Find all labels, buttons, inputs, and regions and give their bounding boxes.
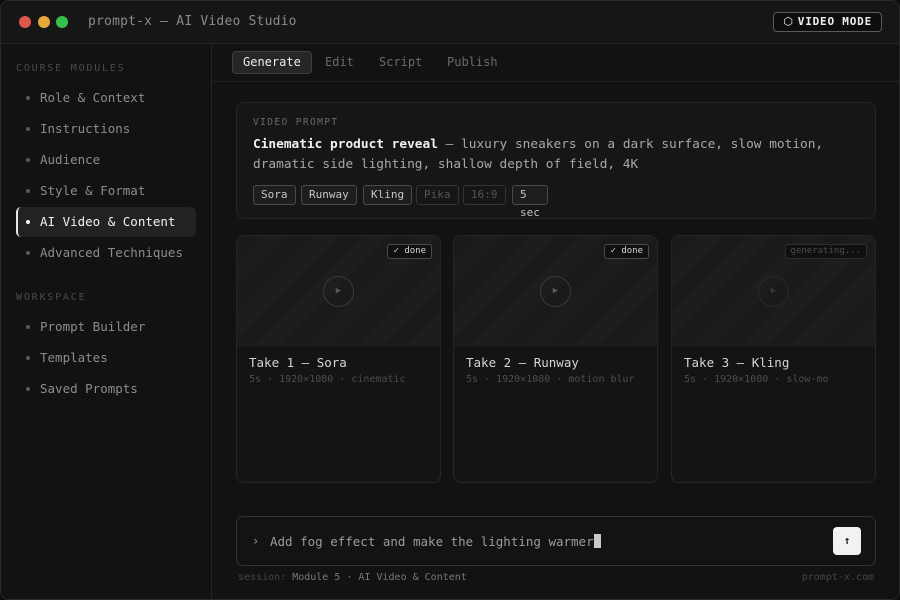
prompt-text: Cinematic product reveal — luxury sneake…: [253, 135, 853, 175]
sidebar-item-label: Advanced Techniques: [40, 245, 183, 260]
app-window: prompt-x — AI Video Studio ⬡ VIDEO MODE C…: [0, 0, 900, 600]
tab-generate[interactable]: Generate: [232, 51, 312, 74]
bullet-icon: [26, 96, 30, 100]
video-thumbnail[interactable]: ▶ ✓ done: [454, 236, 657, 346]
tab-script[interactable]: Script: [368, 51, 433, 74]
take-title: Take 3 — Kling: [684, 355, 790, 370]
mode-badge-label: VIDEO MODE: [797, 15, 872, 28]
app-title: prompt-x — AI Video Studio: [88, 14, 297, 29]
session-value: Module 5 · AI Video & Content: [292, 572, 467, 583]
bullet-icon: [26, 220, 30, 224]
session-info: session: Module 5 · AI Video & Content: [238, 572, 467, 583]
sidebar-item-label: Saved Prompts: [40, 381, 138, 396]
text-caret: [593, 534, 601, 548]
site-link[interactable]: prompt-x.com: [802, 572, 874, 583]
sidebar-section-title: COURSE MODULES: [16, 63, 126, 74]
video-prompt-card: VIDEO PROMPT Cinematic product reveal — …: [236, 102, 876, 219]
chip-kling[interactable]: Kling: [363, 185, 413, 205]
chip-runway[interactable]: Runway: [301, 185, 357, 205]
sidebar: COURSE MODULES Role & Context Instructio…: [1, 44, 212, 599]
prompt-separator: —: [437, 137, 462, 152]
take-title: Take 2 — Runway: [466, 355, 579, 370]
sidebar-section-title: WORKSPACE: [16, 292, 87, 303]
sidebar-item-label: Style & Format: [40, 183, 146, 198]
minimize-window-button[interactable]: [38, 16, 50, 28]
sidebar-item-templates[interactable]: Templates: [16, 343, 196, 373]
play-icon[interactable]: ▶: [323, 276, 354, 307]
sidebar-item-label: Instructions: [40, 121, 131, 136]
maximize-window-button[interactable]: [56, 16, 68, 28]
sidebar-item-instructions[interactable]: Instructions: [16, 114, 196, 144]
tab-edit[interactable]: Edit: [314, 51, 365, 74]
sidebar-item-style-format[interactable]: Style & Format: [16, 176, 196, 206]
tab-publish[interactable]: Publish: [436, 51, 509, 74]
status-badge: ✓ done: [604, 244, 649, 259]
send-button[interactable]: ↑: [833, 527, 861, 555]
bullet-icon: [26, 127, 30, 131]
chip-pika[interactable]: Pika: [416, 185, 459, 205]
title-bar: prompt-x — AI Video Studio ⬡ VIDEO MODE: [1, 1, 899, 44]
sidebar-item-audience[interactable]: Audience: [16, 145, 196, 175]
sidebar-item-label: Templates: [40, 350, 108, 365]
video-mode-badge[interactable]: ⬡ VIDEO MODE: [773, 12, 882, 32]
prompt-title: Cinematic product reveal: [253, 137, 438, 152]
chip-duration[interactable]: 5 sec: [512, 185, 548, 219]
bullet-icon: [26, 189, 30, 193]
bullet-icon: [26, 387, 30, 391]
prompt-input-bar[interactable]: › Add fog effect and make the lighting w…: [236, 516, 876, 566]
prompt-input-value: Add fog effect and make the lighting war…: [270, 534, 594, 549]
video-thumbnail[interactable]: ▶ generating...: [672, 236, 875, 346]
play-icon: ▶: [758, 276, 789, 307]
sidebar-item-prompt-builder[interactable]: Prompt Builder: [16, 312, 196, 342]
sidebar-item-label: Audience: [40, 152, 101, 167]
sidebar-item-label: Role & Context: [40, 90, 146, 105]
main-panel: Generate Edit Script Publish VIDEO PROMP…: [212, 44, 899, 599]
play-icon[interactable]: ▶: [540, 276, 571, 307]
bullet-icon: [26, 356, 30, 360]
sidebar-item-advanced-techniques[interactable]: Advanced Techniques: [16, 238, 196, 268]
bullet-icon: [26, 251, 30, 255]
take-meta: 5s · 1920×1080 · slow-mo: [684, 374, 829, 385]
bullet-icon: [26, 158, 30, 162]
prompt-label: VIDEO PROMPT: [253, 117, 339, 128]
take-meta: 5s · 1920×1080 · cinematic: [249, 374, 406, 385]
sidebar-item-ai-video-content[interactable]: AI Video & Content: [16, 207, 196, 237]
prompt-input[interactable]: Add fog effect and make the lighting war…: [270, 534, 601, 549]
take-card[interactable]: ▶ ✓ done Take 2 — Runway 5s · 1920×1080 …: [453, 235, 658, 483]
status-badge: generating...: [784, 244, 867, 259]
chip-sora[interactable]: Sora: [253, 185, 296, 205]
video-thumbnail[interactable]: ▶ ✓ done: [237, 236, 440, 346]
take-card[interactable]: ▶ ✓ done Take 1 — Sora 5s · 1920×1080 · …: [236, 235, 441, 483]
sidebar-item-saved-prompts[interactable]: Saved Prompts: [16, 374, 196, 404]
sidebar-item-label: AI Video & Content: [40, 214, 176, 229]
close-window-button[interactable]: [19, 16, 31, 28]
bullet-icon: [26, 325, 30, 329]
take-title: Take 1 — Sora: [249, 355, 347, 370]
sidebar-item-label: Prompt Builder: [40, 319, 146, 334]
tab-bar: Generate Edit Script Publish: [212, 44, 899, 82]
sidebar-item-role-context[interactable]: Role & Context: [16, 83, 196, 113]
take-meta: 5s · 1920×1080 · motion blur: [466, 374, 635, 385]
chevron-right-icon: ›: [252, 534, 260, 548]
status-badge: ✓ done: [387, 244, 432, 259]
chip-aspect-ratio[interactable]: 16:9: [463, 185, 506, 205]
hexagon-icon: ⬡: [783, 15, 794, 28]
take-card[interactable]: ▶ generating... Take 3 — Kling 5s · 1920…: [671, 235, 876, 483]
session-label: session:: [238, 572, 287, 583]
